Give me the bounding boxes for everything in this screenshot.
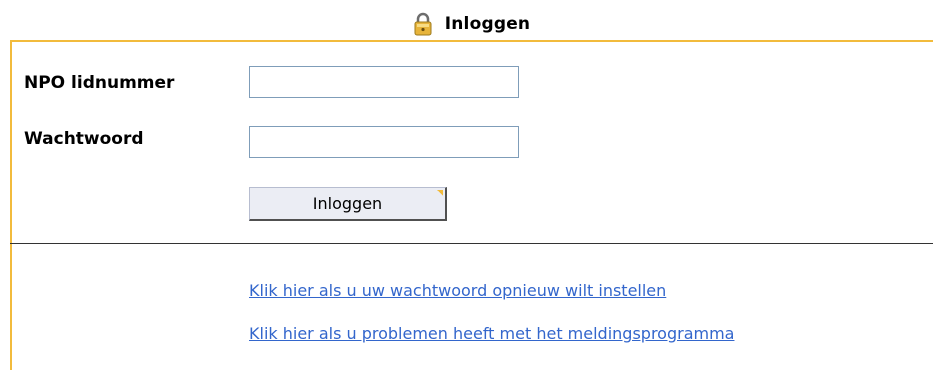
login-button-label: Inloggen <box>312 194 383 213</box>
login-header: Inloggen <box>10 8 933 40</box>
member-number-input[interactable] <box>249 66 519 98</box>
password-label: Wachtwoord <box>24 129 144 149</box>
divider <box>10 243 933 244</box>
reset-password-link[interactable]: Klik hier als u uw wachtwoord opnieuw wi… <box>249 281 666 300</box>
button-corner-decoration <box>437 190 443 196</box>
member-number-label: NPO lidnummer <box>24 73 175 93</box>
page-title: Inloggen <box>444 14 531 34</box>
login-button[interactable]: Inloggen <box>249 187 447 221</box>
report-problems-link[interactable]: Klik hier als u problemen heeft met het … <box>249 324 734 343</box>
password-input[interactable] <box>249 126 519 158</box>
lock-icon <box>413 12 433 36</box>
